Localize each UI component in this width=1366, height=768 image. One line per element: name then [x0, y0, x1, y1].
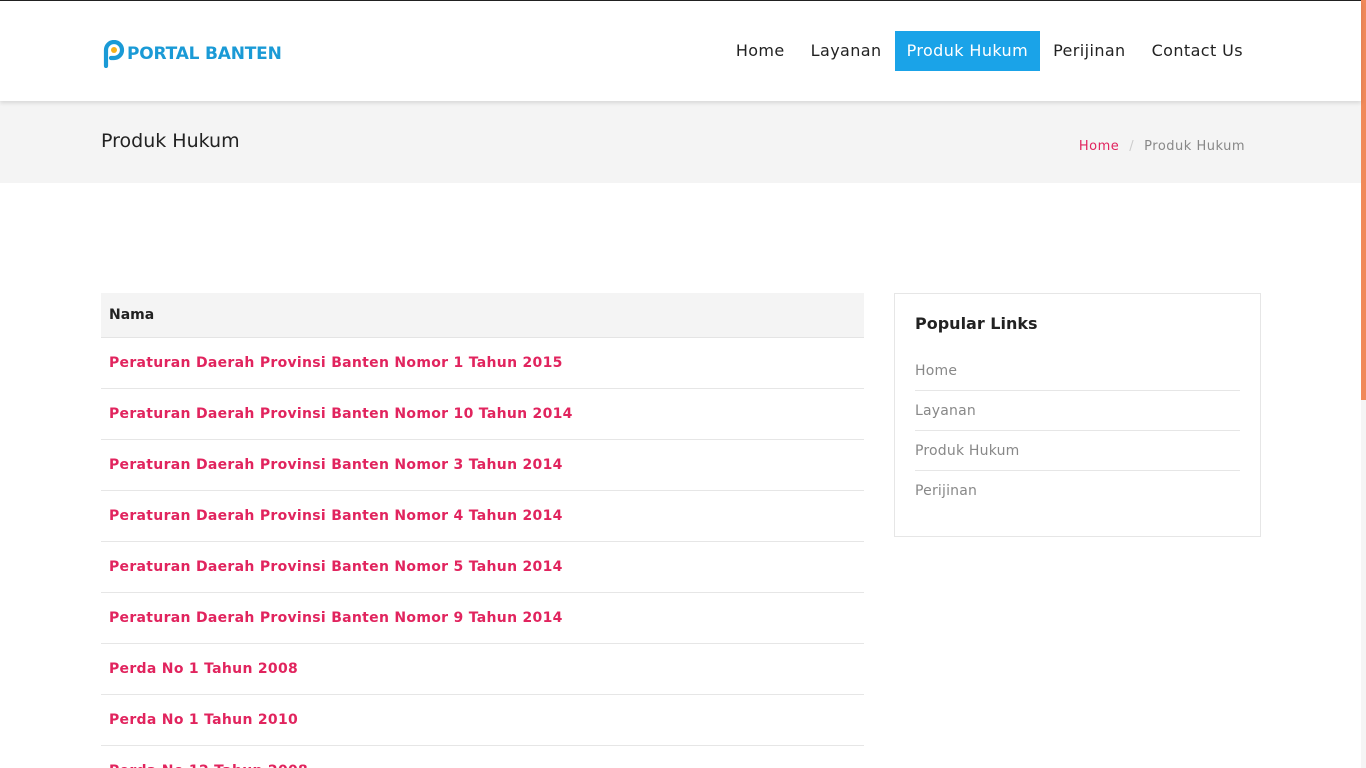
- produk-hukum-table: Nama Peraturan Daerah Provinsi Banten No…: [101, 293, 864, 768]
- table-row-link[interactable]: Peraturan Daerah Provinsi Banten Nomor 9…: [101, 593, 864, 644]
- breadcrumb-current: Produk Hukum: [1144, 139, 1245, 154]
- table-row-link[interactable]: Peraturan Daerah Provinsi Banten Nomor 4…: [101, 491, 864, 542]
- table-header-nama: Nama: [101, 293, 864, 338]
- popular-link-perijinan[interactable]: Perijinan: [915, 471, 1240, 511]
- popular-link-produk-hukum[interactable]: Produk Hukum: [915, 431, 1240, 471]
- nav-perijinan[interactable]: Perijinan: [1040, 31, 1139, 71]
- nav-home[interactable]: Home: [723, 31, 798, 71]
- table-row-link[interactable]: Peraturan Daerah Provinsi Banten Nomor 5…: [101, 542, 864, 593]
- table-row-link[interactable]: Perda No 1 Tahun 2008: [101, 644, 864, 695]
- table-row-link[interactable]: Peraturan Daerah Provinsi Banten Nomor 3…: [101, 440, 864, 491]
- popular-link-layanan[interactable]: Layanan: [915, 391, 1240, 431]
- nav-layanan[interactable]: Layanan: [798, 31, 895, 71]
- logo-text: PORTAL BANTEN: [127, 44, 282, 64]
- page-scrollbar[interactable]: [1361, 0, 1366, 768]
- logo[interactable]: PORTAL BANTEN: [102, 40, 282, 68]
- breadcrumb-separator: /: [1129, 139, 1135, 154]
- main-nav: Home Layanan Produk Hukum Perijinan Cont…: [723, 31, 1256, 71]
- table-row-link[interactable]: Peraturan Daerah Provinsi Banten Nomor 1…: [101, 389, 864, 440]
- scrollbar-thumb[interactable]: [1361, 0, 1366, 400]
- nav-contact-us[interactable]: Contact Us: [1139, 31, 1256, 71]
- page-title: Produk Hukum: [101, 130, 240, 152]
- nav-produk-hukum[interactable]: Produk Hukum: [894, 31, 1041, 71]
- table-row-link[interactable]: Peraturan Daerah Provinsi Banten Nomor 1…: [101, 338, 864, 389]
- table-row-link[interactable]: Perda No 12 Tahun 2008: [101, 746, 864, 768]
- portal-banten-logo-icon: [103, 40, 125, 68]
- breadcrumb: Home / Produk Hukum: [1079, 139, 1245, 154]
- popular-link-home[interactable]: Home: [915, 351, 1240, 391]
- breadcrumb-home-link[interactable]: Home: [1079, 139, 1119, 154]
- navbar: PORTAL BANTEN Home Layanan Produk Hukum …: [0, 1, 1361, 101]
- popular-links-widget: Popular Links Home Layanan Produk Hukum …: [894, 293, 1261, 537]
- popular-links-list: Home Layanan Produk Hukum Perijinan: [915, 351, 1240, 511]
- table-row-link[interactable]: Perda No 1 Tahun 2010: [101, 695, 864, 746]
- popular-links-title: Popular Links: [915, 314, 1038, 333]
